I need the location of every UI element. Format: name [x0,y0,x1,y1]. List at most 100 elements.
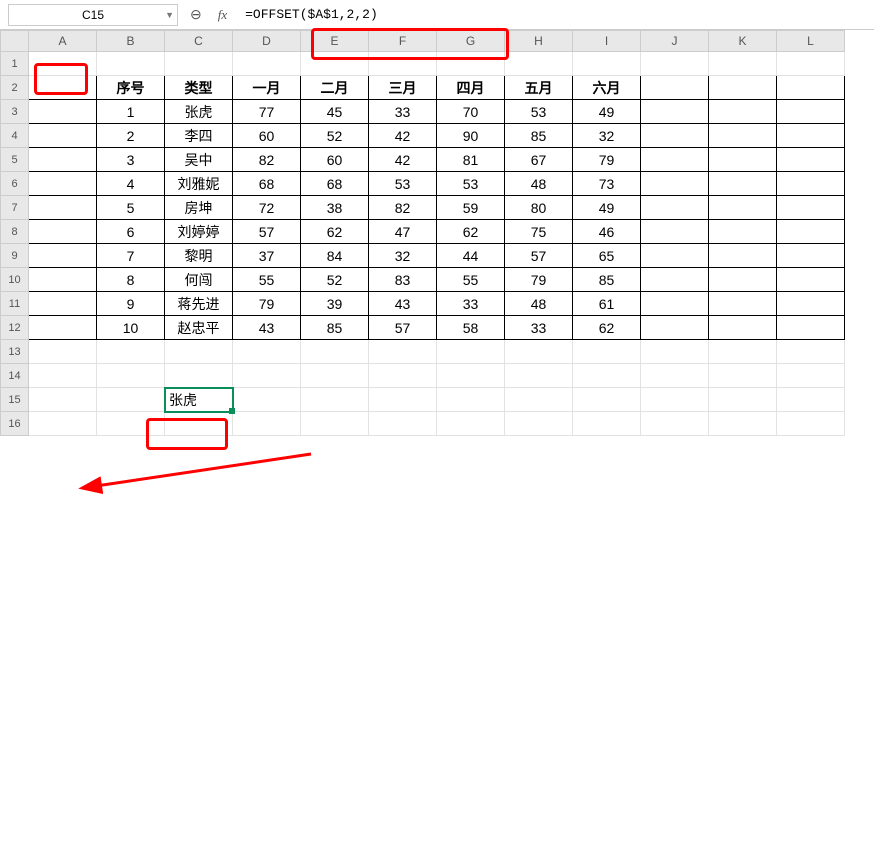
cell[interactable] [437,388,505,412]
cell[interactable] [233,52,301,76]
cell[interactable] [641,412,709,436]
cell[interactable] [505,388,573,412]
cell[interactable] [709,172,777,196]
cell[interactable] [165,364,233,388]
cell[interactable] [505,340,573,364]
cell[interactable]: 85 [301,316,369,340]
cell[interactable]: 60 [233,124,301,148]
cell[interactable]: 60 [301,148,369,172]
cell[interactable]: 67 [505,148,573,172]
cell[interactable]: 77 [233,100,301,124]
cell[interactable] [29,220,97,244]
cell[interactable] [29,76,97,100]
spreadsheet-grid[interactable]: ABCDEFGHIJKL12序号类型一月二月三月四月五月六月31张虎774533… [0,30,845,436]
cell[interactable] [505,364,573,388]
cell[interactable]: 张虎 [165,388,233,412]
cell[interactable]: 80 [505,196,573,220]
cell[interactable]: 62 [437,220,505,244]
cell[interactable] [165,340,233,364]
cell[interactable] [573,388,641,412]
cell[interactable] [641,364,709,388]
cell[interactable] [97,388,165,412]
cell[interactable]: 85 [573,268,641,292]
cell[interactable] [29,100,97,124]
cell[interactable]: 57 [369,316,437,340]
column-header[interactable]: E [301,31,369,52]
cell[interactable]: 79 [505,268,573,292]
cell[interactable]: 53 [369,172,437,196]
cell[interactable] [233,340,301,364]
cell[interactable] [641,268,709,292]
cell[interactable] [709,52,777,76]
cell[interactable] [233,388,301,412]
cell[interactable] [29,412,97,436]
cell[interactable]: 55 [233,268,301,292]
cell[interactable] [641,220,709,244]
cell[interactable] [29,340,97,364]
cell[interactable]: 33 [369,100,437,124]
column-header[interactable]: I [573,31,641,52]
cell[interactable]: 三月 [369,76,437,100]
cell[interactable]: 蒋先进 [165,292,233,316]
row-header[interactable]: 11 [1,292,29,316]
cell[interactable] [641,100,709,124]
cell[interactable]: 57 [233,220,301,244]
column-header[interactable]: A [29,31,97,52]
cell[interactable]: 3 [97,148,165,172]
cell[interactable]: 90 [437,124,505,148]
cell[interactable]: 四月 [437,76,505,100]
cell[interactable] [777,172,845,196]
row-header[interactable]: 10 [1,268,29,292]
column-header[interactable]: F [369,31,437,52]
cell[interactable] [573,364,641,388]
fx-icon[interactable]: fx [214,7,231,23]
column-header[interactable]: G [437,31,505,52]
row-header[interactable]: 3 [1,100,29,124]
cell[interactable] [29,268,97,292]
cell[interactable]: 李四 [165,124,233,148]
cell[interactable] [369,388,437,412]
cell[interactable]: 何闯 [165,268,233,292]
cell[interactable] [641,196,709,220]
cell[interactable] [777,52,845,76]
cell[interactable]: 刘雅妮 [165,172,233,196]
cell[interactable]: 58 [437,316,505,340]
cell[interactable] [97,412,165,436]
cell[interactable] [369,412,437,436]
row-header[interactable]: 13 [1,340,29,364]
cell[interactable] [777,292,845,316]
row-header[interactable]: 9 [1,244,29,268]
cell[interactable] [709,148,777,172]
cell[interactable] [29,124,97,148]
cell[interactable]: 59 [437,196,505,220]
cell[interactable] [777,364,845,388]
cell[interactable] [369,364,437,388]
cell[interactable] [97,364,165,388]
cell[interactable]: 42 [369,124,437,148]
cell[interactable] [641,76,709,100]
cell[interactable] [777,220,845,244]
row-header[interactable]: 8 [1,220,29,244]
cell[interactable] [709,220,777,244]
cell[interactable] [777,268,845,292]
cell[interactable] [573,340,641,364]
column-header[interactable]: L [777,31,845,52]
cell[interactable]: 黎明 [165,244,233,268]
row-header[interactable]: 16 [1,412,29,436]
row-header[interactable]: 12 [1,316,29,340]
row-header[interactable]: 2 [1,76,29,100]
cell[interactable]: 84 [301,244,369,268]
cell[interactable]: 六月 [573,76,641,100]
cell[interactable]: 6 [97,220,165,244]
cell[interactable]: 9 [97,292,165,316]
cell[interactable] [301,412,369,436]
cell[interactable]: 赵忠平 [165,316,233,340]
cell[interactable] [29,388,97,412]
cell[interactable] [573,52,641,76]
cell[interactable] [641,148,709,172]
cell[interactable] [641,172,709,196]
cell[interactable] [437,412,505,436]
cell[interactable]: 48 [505,172,573,196]
cell[interactable]: 刘婷婷 [165,220,233,244]
column-header[interactable]: B [97,31,165,52]
